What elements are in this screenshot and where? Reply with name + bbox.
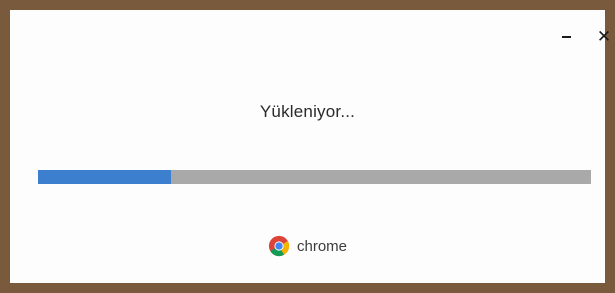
installer-window: ✕ Yükleniyor... chrome [10,10,611,283]
minimize-button[interactable] [555,26,577,48]
image-frame: ✕ Yükleniyor... chrome [0,0,615,293]
brand-footer: chrome [10,235,605,257]
chrome-logo-icon [268,235,290,257]
progress-bar-fill [38,170,171,184]
progress-bar [38,170,591,184]
brand-name: chrome [296,237,348,255]
minimize-icon [561,36,571,38]
loading-status-text: Yükleniyor... [259,102,356,121]
close-button[interactable]: ✕ [593,26,615,48]
close-icon: ✕ [596,26,612,47]
